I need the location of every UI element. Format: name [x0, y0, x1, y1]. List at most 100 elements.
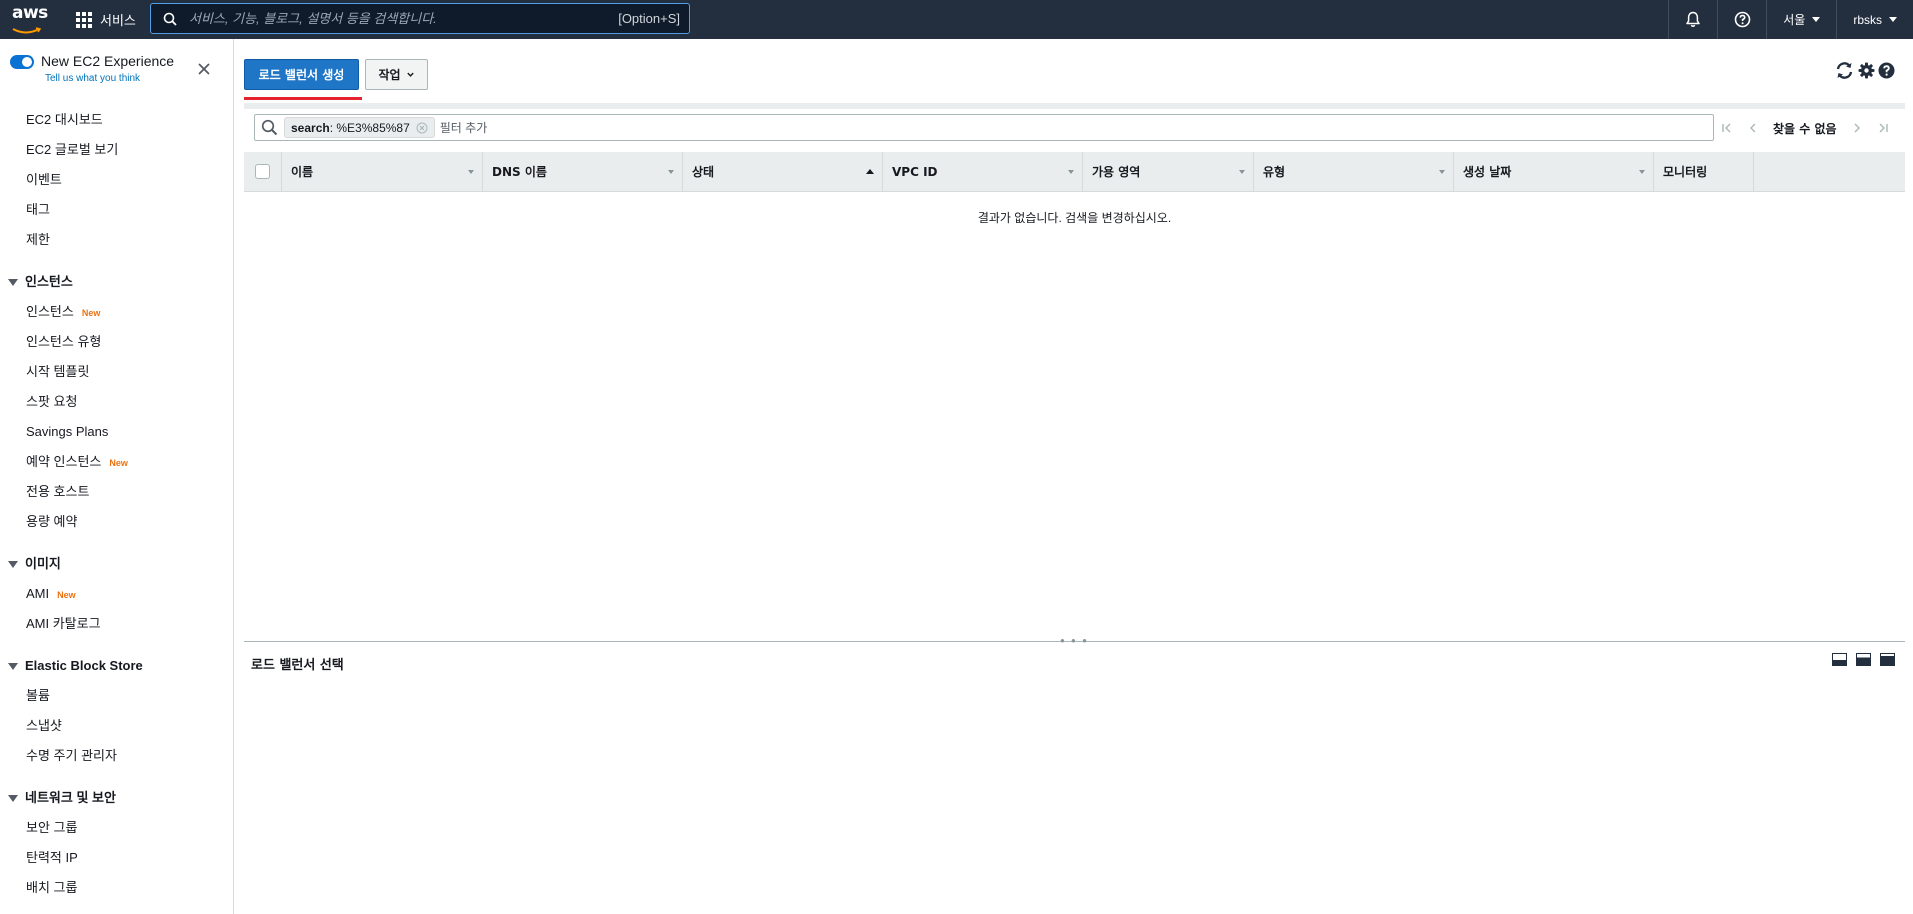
sidebar-item-launch-templates[interactable]: 시작 템플릿 — [0, 357, 233, 387]
column-header-dns-name[interactable]: DNS 이름 — [483, 151, 683, 192]
sidebar-section-ebs[interactable]: Elastic Block Store — [0, 651, 233, 681]
sidebar-nav: EC2 대시보드 EC2 글로벌 보기 이벤트 태그 제한 인스턴스 인스턴스 N… — [0, 105, 233, 903]
sidebar-item-placement-groups[interactable]: 배치 그룹 — [0, 873, 233, 903]
gear-icon[interactable] — [1858, 62, 1875, 79]
pagination: 찾을 수 없음 — [1717, 116, 1899, 140]
sidebar-item-lifecycle-manager[interactable]: 수명 주기 관리자 — [0, 741, 233, 771]
account-menu[interactable]: rbsks — [1836, 0, 1913, 39]
column-header-state[interactable]: 상태 — [683, 151, 883, 192]
sort-down-icon — [468, 169, 474, 174]
sidebar-item-tags[interactable]: 태그 — [0, 195, 233, 225]
sidebar-item-spot-requests[interactable]: 스팟 요청 — [0, 387, 233, 417]
sidebar-section-network-security[interactable]: 네트워크 및 보안 — [0, 783, 233, 813]
filter-token-key: search — [291, 120, 330, 135]
help-button[interactable] — [1717, 0, 1766, 39]
drag-handle-icon[interactable]: ● ● ● — [1060, 636, 1089, 645]
layout-bottom-small-icon[interactable] — [1832, 653, 1847, 666]
column-label: 생성 날짜 — [1463, 165, 1512, 179]
triangle-down-icon — [8, 278, 18, 286]
sidebar-item-elastic-ips[interactable]: 탄력적 IP — [0, 843, 233, 873]
region-label: 서울 — [1783, 13, 1806, 27]
sidebar-section-instances[interactable]: 인스턴스 — [0, 267, 233, 297]
sidebar-item-instance-types[interactable]: 인스턴스 유형 — [0, 327, 233, 357]
select-all-checkbox[interactable] — [255, 164, 270, 179]
sidebar-section-images[interactable]: 이미지 — [0, 549, 233, 579]
panel-layout-controls — [1823, 653, 1895, 666]
column-header-monitoring[interactable]: 모니터링 — [1654, 151, 1754, 192]
sidebar-item-ec2-dashboard[interactable]: EC2 대시보드 — [0, 105, 233, 135]
aws-logo[interactable]: aws — [12, 5, 48, 34]
column-label: DNS 이름 — [492, 165, 547, 179]
first-page-button[interactable] — [1717, 118, 1737, 138]
column-header-created-date[interactable]: 생성 날짜 — [1454, 151, 1654, 192]
previous-page-button[interactable] — [1743, 118, 1763, 138]
sidebar-item-label: 배치 그룹 — [26, 880, 78, 895]
sidebar-item-reserved-instances[interactable]: 예약 인스턴스 New — [0, 447, 233, 477]
column-header-name[interactable]: 이름 — [282, 151, 483, 192]
column-label: 상태 — [692, 165, 715, 179]
caret-down-icon — [1812, 17, 1821, 22]
sidebar-item-label: 수명 주기 관리자 — [26, 748, 117, 763]
filter-token[interactable]: search : %E3%85%87 — [284, 117, 435, 138]
nav-right-group: 서울 rbsks — [1668, 0, 1913, 39]
column-header-availability-zone[interactable]: 가용 영역 — [1083, 151, 1254, 192]
sidebar-item-snapshots[interactable]: 스냅샷 — [0, 711, 233, 741]
sidebar-item-events[interactable]: 이벤트 — [0, 165, 233, 195]
next-page-button[interactable] — [1847, 118, 1867, 138]
sidebar-item-security-groups[interactable]: 보안 그룹 — [0, 813, 233, 843]
sidebar-item-label: 시작 템플릿 — [26, 364, 90, 379]
services-label: 서비스 — [100, 13, 136, 28]
sidebar-item-instances[interactable]: 인스턴스 New — [0, 297, 233, 327]
region-selector[interactable]: 서울 — [1766, 0, 1836, 39]
feedback-link[interactable]: Tell us what you think — [45, 73, 140, 84]
sidebar-item-label: Savings Plans — [26, 424, 109, 439]
layout-bottom-medium-icon[interactable] — [1856, 653, 1871, 666]
search-icon — [163, 12, 177, 26]
last-page-button[interactable] — [1873, 118, 1893, 138]
pagination-status: 찾을 수 없음 — [1773, 121, 1837, 136]
sidebar-item-ec2-global-view[interactable]: EC2 글로벌 보기 — [0, 135, 233, 165]
new-badge: New — [109, 458, 128, 468]
section-title: 네트워크 및 보안 — [25, 790, 116, 805]
sidebar-item-ami-catalog[interactable]: AMI 카탈로그 — [0, 609, 233, 639]
actions-dropdown-button[interactable]: 작업 — [365, 59, 428, 90]
global-search-input[interactable] — [189, 11, 619, 26]
new-badge: New — [81, 308, 101, 318]
create-load-balancer-button[interactable]: 로드 밸런서 생성 — [244, 59, 359, 90]
services-menu-button[interactable]: 서비스 — [76, 0, 136, 39]
sidebar-item-label: AMI — [26, 586, 50, 601]
chevron-right-icon — [1854, 123, 1860, 133]
sidebar-item-capacity-reservations[interactable]: 용량 예약 — [0, 507, 233, 537]
grid-icon — [76, 11, 92, 28]
column-header-vpc-id[interactable]: VPC ID — [883, 151, 1083, 192]
sidebar-item-label: 스냅샷 — [26, 718, 62, 733]
filter-search-box[interactable]: search : %E3%85%87 필터 추가 — [254, 114, 1714, 141]
notifications-button[interactable] — [1668, 0, 1717, 39]
column-label: 유형 — [1263, 165, 1286, 179]
help-circle-icon[interactable] — [1878, 62, 1895, 79]
chevron-left-icon — [1750, 123, 1756, 133]
sidebar-item-dedicated-hosts[interactable]: 전용 호스트 — [0, 477, 233, 507]
sidebar-item-label: 인스턴스 — [26, 304, 74, 319]
sidebar-item-savings-plans[interactable]: Savings Plans — [0, 417, 233, 447]
sidebar-item-limits[interactable]: 제한 — [0, 225, 233, 255]
sidebar-item-ami[interactable]: AMI New — [0, 579, 233, 609]
actions-label: 작업 — [378, 68, 401, 82]
remove-token-icon[interactable] — [416, 122, 428, 134]
new-experience-toggle-row: New EC2 Experience — [10, 53, 174, 69]
sidebar-item-label: 볼륨 — [26, 688, 50, 703]
bell-icon — [1686, 11, 1700, 27]
section-title: 이미지 — [25, 556, 61, 571]
add-filter-placeholder[interactable]: 필터 추가 — [440, 119, 488, 136]
global-search[interactable]: [Option+S] — [150, 3, 690, 34]
sidebar-item-volumes[interactable]: 볼륨 — [0, 681, 233, 711]
refresh-icon[interactable] — [1834, 61, 1855, 80]
sidebar-item-label: 탄력적 IP — [26, 850, 78, 865]
sort-up-icon — [866, 169, 874, 174]
layout-bottom-large-icon[interactable] — [1880, 653, 1895, 666]
new-experience-toggle[interactable] — [10, 55, 34, 69]
sidebar-item-label: 예약 인스턴스 — [26, 454, 102, 469]
column-header-type[interactable]: 유형 — [1254, 151, 1454, 192]
close-icon[interactable] — [196, 61, 212, 77]
sort-down-icon — [1639, 169, 1645, 174]
